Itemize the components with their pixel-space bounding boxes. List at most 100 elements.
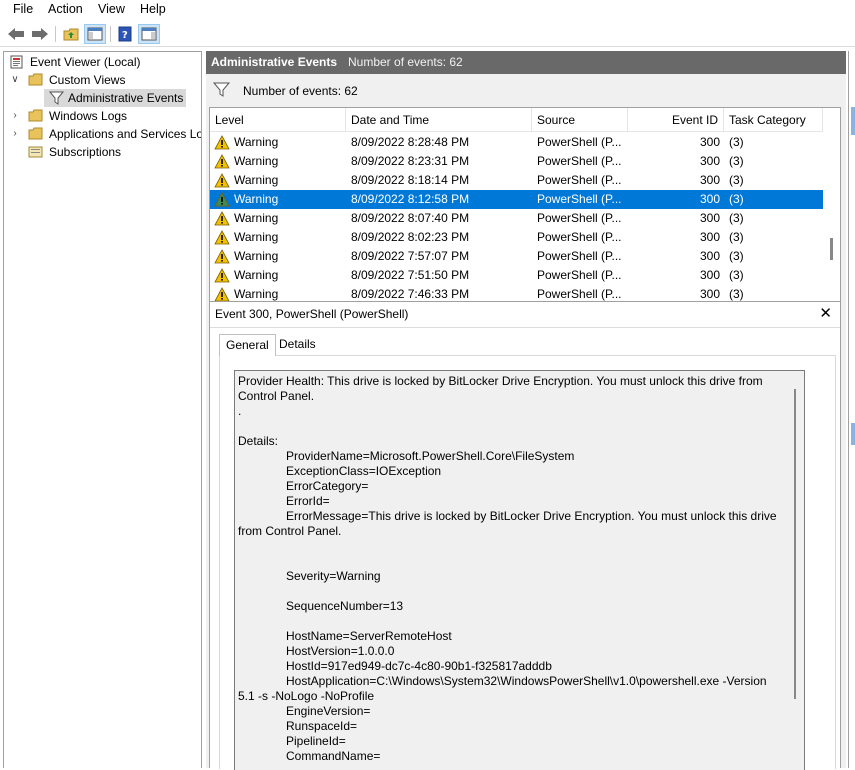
chevron-right-icon[interactable]: ›	[10, 107, 20, 125]
filter-icon	[49, 91, 64, 105]
up-folder-button[interactable]	[60, 24, 82, 44]
show-hide-action-pane-button[interactable]	[138, 24, 160, 44]
warning-icon	[214, 249, 230, 264]
table-row[interactable]: Warning 8/09/2022 8:23:31 PM PowerShell (P…	[210, 152, 823, 171]
row-level: Warning	[234, 135, 279, 149]
row-date-and-time: 8/09/2022 7:51:50 PM	[351, 268, 470, 282]
forward-button[interactable]	[29, 24, 51, 44]
row-event-id: 300	[699, 192, 720, 206]
warning-icon	[214, 135, 230, 150]
action-pane-icon	[141, 27, 157, 41]
row-task-category: (3)	[729, 135, 744, 149]
tree-custom-views[interactable]: ∨ Custom Views	[10, 71, 200, 89]
pane-title: Administrative Events	[211, 55, 338, 69]
message-scrollbar[interactable]	[787, 371, 804, 770]
tree-event-viewer-local[interactable]: Event Viewer (Local)	[10, 53, 200, 71]
column-event-id[interactable]: Event ID	[628, 108, 724, 132]
row-source: PowerShell (P...	[537, 211, 622, 225]
tab-general[interactable]: General	[219, 334, 276, 356]
column-date-and-time[interactable]: Date and Time	[346, 108, 532, 132]
filter-icon	[213, 82, 230, 97]
row-event-id: 300	[699, 211, 720, 225]
row-event-id: 300	[699, 268, 720, 282]
row-level: Warning	[234, 211, 279, 225]
filter-bar: Number of events: 62	[206, 79, 846, 101]
row-task-category: (3)	[729, 230, 744, 244]
right-pane-edge	[848, 51, 855, 768]
row-level: Warning	[234, 154, 279, 168]
general-tab-panel: Provider Health: This drive is locked by…	[219, 355, 836, 770]
table-row[interactable]: Warning 8/09/2022 8:18:14 PM PowerShell (P…	[210, 171, 823, 190]
column-source[interactable]: Source	[532, 108, 628, 132]
row-event-id: 300	[699, 230, 720, 244]
row-level: Warning	[234, 268, 279, 282]
row-source: PowerShell (P...	[537, 135, 622, 149]
row-source: PowerShell (P...	[537, 154, 622, 168]
row-task-category: (3)	[729, 154, 744, 168]
warning-icon	[214, 268, 230, 283]
table-row[interactable]: Warning 8/09/2022 8:12:58 PM PowerShell (P…	[210, 190, 823, 209]
event-detail-title: Event 300, PowerShell (PowerShell)	[215, 307, 409, 321]
svg-text:?: ?	[122, 30, 128, 41]
chevron-down-icon[interactable]: ∨	[10, 71, 20, 89]
column-level[interactable]: Level	[210, 108, 346, 132]
row-date-and-time: 8/09/2022 8:12:58 PM	[351, 192, 470, 206]
menu-view[interactable]: View	[98, 2, 125, 16]
row-source: PowerShell (P...	[537, 249, 622, 263]
row-date-and-time: 8/09/2022 8:07:40 PM	[351, 211, 470, 225]
menu-bar: File Action View Help	[0, 0, 855, 20]
row-level: Warning	[234, 173, 279, 187]
row-date-and-time: 8/09/2022 8:23:31 PM	[351, 154, 470, 168]
row-task-category: (3)	[729, 268, 744, 282]
warning-icon	[214, 230, 230, 245]
row-source: PowerShell (P...	[537, 230, 622, 244]
row-source: PowerShell (P...	[537, 268, 622, 282]
row-event-id: 300	[699, 135, 720, 149]
row-level: Warning	[234, 249, 279, 263]
table-row[interactable]: Warning 8/09/2022 8:07:40 PM PowerShell (P…	[210, 209, 823, 228]
row-task-category: (3)	[729, 211, 744, 225]
table-row[interactable]: Warning 8/09/2022 7:57:07 PM PowerShell (P…	[210, 247, 823, 266]
table-row[interactable]: Warning 8/09/2022 8:28:48 PM PowerShell (P…	[210, 133, 823, 152]
console-tree-icon	[87, 27, 103, 41]
back-button[interactable]	[5, 24, 27, 44]
folder-icon	[28, 127, 43, 140]
row-date-and-time: 8/09/2022 8:02:23 PM	[351, 230, 470, 244]
row-event-id: 300	[699, 249, 720, 263]
tree-administrative-events[interactable]: Administrative Events	[44, 89, 186, 107]
tab-details[interactable]: Details	[273, 334, 322, 356]
folder-icon	[28, 73, 43, 86]
row-level: Warning	[234, 192, 279, 206]
row-date-and-time: 8/09/2022 7:57:07 PM	[351, 249, 470, 263]
table-row[interactable]: Warning 8/09/2022 8:02:23 PM PowerShell (P…	[210, 228, 823, 247]
row-date-and-time: 8/09/2022 8:18:14 PM	[351, 173, 470, 187]
main-pane: Administrative Events Number of events: …	[206, 51, 846, 770]
menu-help[interactable]: Help	[140, 2, 166, 16]
menu-file[interactable]: File	[13, 2, 33, 16]
table-header: Level Date and Time Source Event ID Task…	[210, 108, 830, 132]
row-level: Warning	[234, 230, 279, 244]
toolbar: ?	[0, 21, 855, 47]
warning-icon	[214, 192, 230, 207]
show-hide-console-tree-button[interactable]	[84, 24, 106, 44]
table-row[interactable]: Warning 8/09/2022 7:51:50 PM PowerShell (P…	[210, 266, 823, 285]
console-tree: Event Viewer (Local) ∨ Custom Views Admi…	[3, 51, 202, 768]
help-button[interactable]: ?	[114, 24, 136, 44]
row-source: PowerShell (P...	[537, 173, 622, 187]
tree-windows-logs[interactable]: › Windows Logs	[10, 107, 200, 125]
close-icon[interactable]: ✕	[819, 304, 832, 322]
filter-event-count: Number of events: 62	[243, 84, 358, 98]
menu-action[interactable]: Action	[48, 2, 83, 16]
warning-icon	[214, 211, 230, 226]
row-source: PowerShell (P...	[537, 192, 622, 206]
event-message-box[interactable]: Provider Health: This drive is locked by…	[234, 370, 805, 770]
tree-subscriptions[interactable]: Subscriptions	[10, 143, 200, 161]
column-task-category[interactable]: Task Category	[724, 108, 823, 132]
tree-applications-and-services[interactable]: › Applications and Services Lo	[10, 125, 201, 143]
chevron-right-icon[interactable]: ›	[10, 125, 20, 143]
pane-header: Administrative Events Number of events: …	[206, 51, 846, 74]
warning-icon	[214, 287, 230, 302]
event-viewer-icon	[10, 55, 23, 69]
warning-icon	[214, 154, 230, 169]
row-event-id: 300	[699, 173, 720, 187]
